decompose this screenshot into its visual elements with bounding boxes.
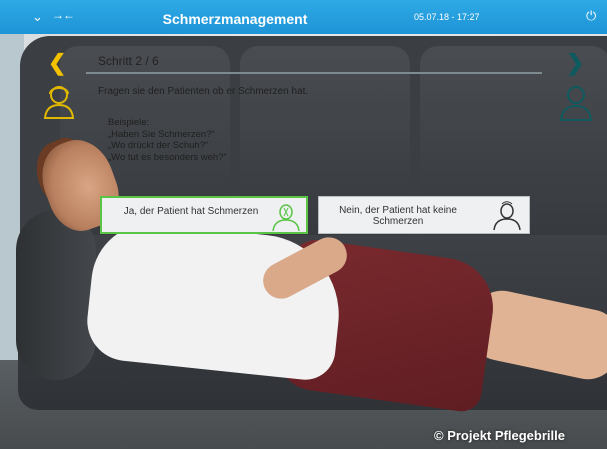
swap-arrows-icon[interactable]: →← [52,8,75,22]
chevron-left-icon[interactable]: ❮ [48,50,66,76]
example-item: „Haben Sie Schmerzen?“ [108,128,215,140]
patient-pain-icon [272,204,300,232]
top-bar: ⌄ →← Schmerzmanagement 05.07.18 - 17:27 … [0,0,607,34]
examples-heading: Beispiele: [108,117,150,128]
sofa-armrest [16,210,96,380]
chevron-right-icon[interactable]: ❯ [566,50,584,76]
power-icon[interactable]: ⏻ [586,8,596,24]
instruction-text: Fragen sie den Patienten ob er Schmerzen… [98,86,309,97]
no-pain-button[interactable]: Nein, der Patient hat keine Schmerzen [318,196,530,234]
divider [86,72,542,74]
no-pain-label: Nein, der Patient hat keine Schmerzen [339,205,457,227]
copyright-watermark: © Projekt Pflegebrille [434,428,565,443]
example-item: „Wo tut es besonders weh?“ [108,151,227,163]
patient-calm-icon [493,201,521,231]
example-item: „Wo drückt der Schuh?“ [108,140,209,151]
nurse-head-icon [43,86,75,119]
examples-block: Beispiele: „Haben Sie Schmerzen?“ „Wo dr… [108,117,227,163]
step-indicator: Schritt 2 / 6 [98,54,159,68]
datetime: 05.07.18 - 17:27 [414,12,480,22]
patient-head-icon [559,86,593,121]
yes-pain-button[interactable]: Ja, der Patient hat Schmerzen [100,196,308,234]
yes-pain-label: Ja, der Patient hat Schmerzen [123,206,259,217]
chevron-down-icon[interactable]: ⌄ [32,9,43,25]
app-title: Schmerzmanagement [162,11,308,27]
